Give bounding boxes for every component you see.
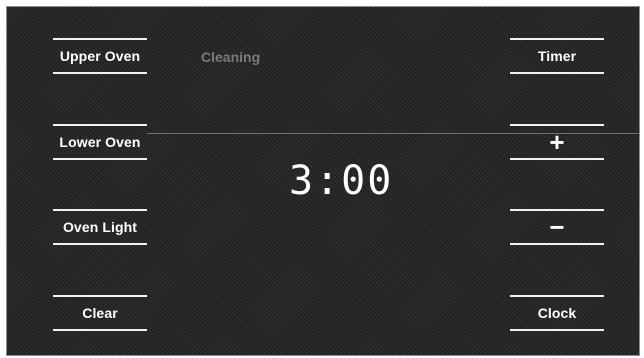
status-indicator: Cleaning — [201, 49, 261, 65]
clock-label: Clock — [537, 305, 577, 321]
clear-label: Clear — [82, 305, 118, 321]
minus-icon: − — [549, 212, 565, 242]
plus-button[interactable]: + — [510, 124, 604, 160]
timer-label: Timer — [537, 48, 577, 64]
lower-oven-button[interactable]: Lower Oven — [53, 124, 147, 160]
time-display: 3:00 — [289, 158, 394, 204]
upper-oven-button[interactable]: Upper Oven — [53, 38, 147, 74]
oven-light-label: Oven Light — [62, 219, 138, 235]
oven-control-panel: Upper Oven Lower Oven Oven Light Clear C… — [6, 6, 640, 356]
clear-button[interactable]: Clear — [53, 295, 147, 331]
oven-light-button[interactable]: Oven Light — [53, 209, 147, 245]
lower-oven-label: Lower Oven — [59, 134, 141, 150]
timer-button[interactable]: Timer — [510, 38, 604, 74]
upper-oven-label: Upper Oven — [59, 48, 141, 64]
clock-button[interactable]: Clock — [510, 295, 604, 331]
minus-button[interactable]: − — [510, 209, 604, 245]
plus-icon: + — [549, 127, 565, 157]
